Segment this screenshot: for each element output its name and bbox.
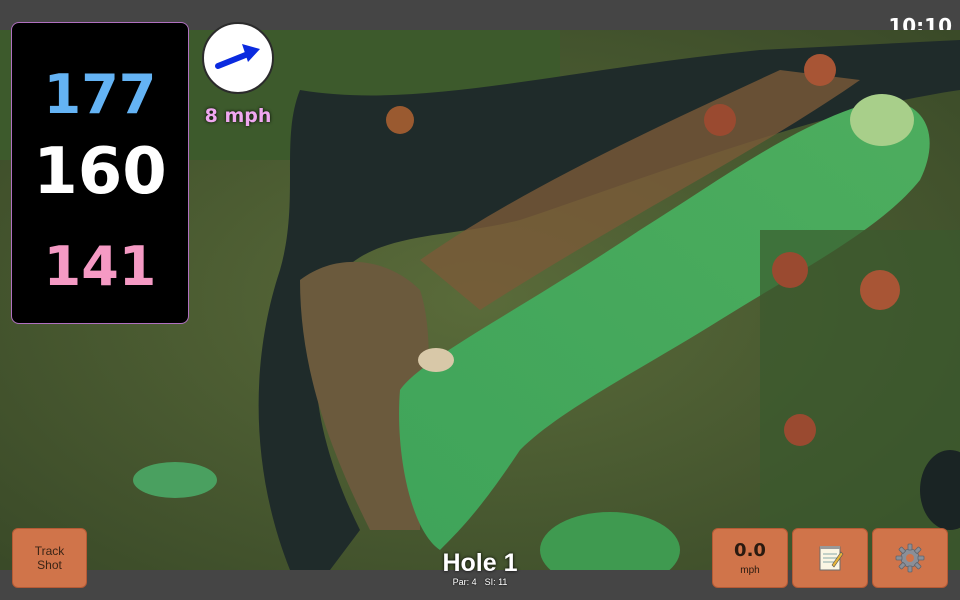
gear-icon (895, 543, 925, 573)
wind-button-value: 0.0 (734, 540, 766, 561)
notes-button[interactable] (792, 528, 868, 588)
arrow-right-icon (215, 44, 260, 69)
hole-stroke-index: SI: 11 (484, 577, 508, 587)
wind-button-unit: mph (740, 565, 760, 576)
hole-info: Par: 4 SI: 11 (400, 577, 560, 587)
back-distance: 177 (43, 63, 157, 126)
notepad-icon (819, 546, 844, 571)
settings-button[interactable] (872, 528, 948, 588)
hole-par: Par: 4 (452, 577, 477, 587)
wind-button[interactable]: 0.0 mph (712, 528, 788, 588)
track-shot-button[interactable]: Track Shot (12, 528, 87, 588)
wind-direction-dial (202, 22, 274, 94)
middle-distance: 160 (33, 135, 167, 209)
track-shot-label: Track Shot (34, 544, 65, 572)
wind-speed-label: 8 mph (204, 105, 272, 127)
hole-title: Hole 1 (442, 549, 518, 577)
distance-panel: 177 160 141 (11, 22, 189, 324)
front-distance: 141 (43, 235, 157, 298)
